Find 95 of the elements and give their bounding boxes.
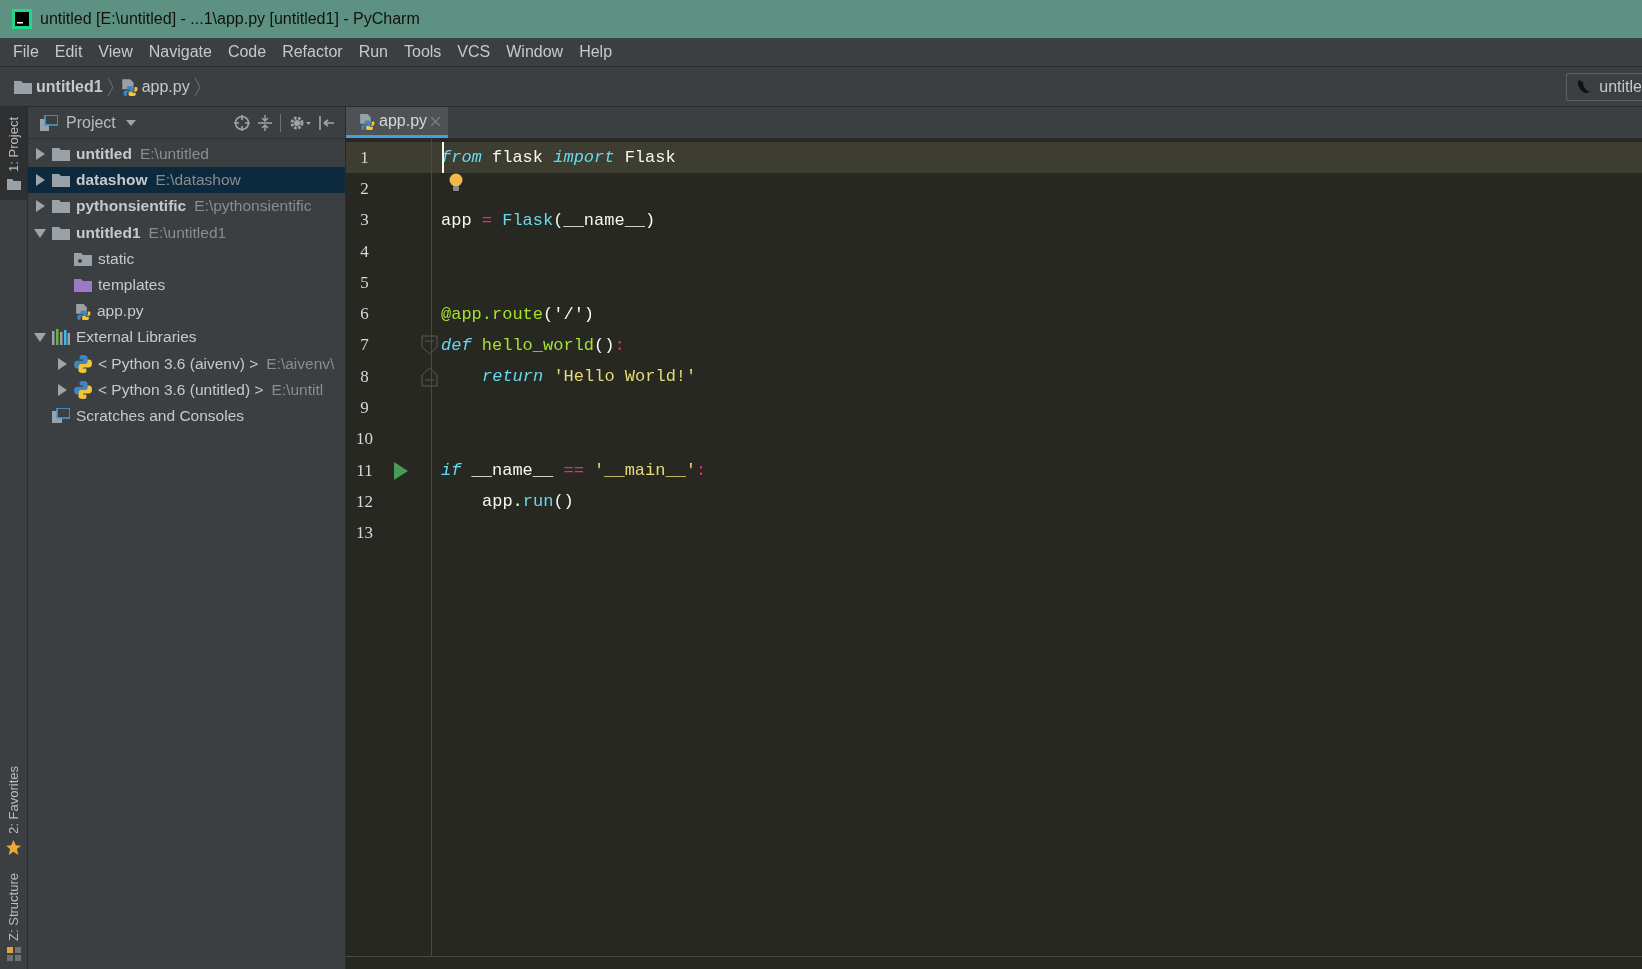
code-editor[interactable]: 1 from flask import Flask 2 3 app = Flask(__name__) 4 5 6 @app.route('/') 7 def hello_world(): 8 return 'Hello World!' 9 10 11 if __name__ == '__main__': 12 app.run() 13 xyxy=(346,139,1642,969)
dropdown-caret-icon[interactable] xyxy=(125,119,136,126)
menu-item[interactable]: Refactor xyxy=(275,43,350,61)
library-icon xyxy=(52,329,70,346)
tree-item[interactable]: < Python 3.6 (untitled) > xyxy=(98,380,264,399)
chevron-icon xyxy=(193,76,201,97)
tree-item[interactable]: untitled xyxy=(76,145,132,164)
menu-item[interactable]: VCS xyxy=(450,43,498,61)
line-number: 3 xyxy=(359,210,370,231)
collapsed-arrow-icon[interactable] xyxy=(56,357,68,370)
python-file-icon xyxy=(119,77,138,96)
code-line: app = Flask(__name__) xyxy=(441,210,656,230)
project-view-icon xyxy=(40,114,58,131)
folder-icon xyxy=(74,278,92,293)
folder-icon xyxy=(52,225,70,240)
line-number: 7 xyxy=(359,335,370,356)
tree-item[interactable]: pythonsientific xyxy=(76,197,187,216)
hide-panel-icon[interactable] xyxy=(319,114,335,131)
menu-item[interactable]: Code xyxy=(220,43,274,61)
project-view-dropdown[interactable]: Project xyxy=(66,113,136,132)
code-line: return 'Hello World!' xyxy=(482,367,697,387)
scratches-icon xyxy=(52,407,70,424)
expanded-arrow-icon[interactable] xyxy=(34,331,46,344)
folder-icon xyxy=(6,177,21,192)
tree-item-path: E:\pythonsientific xyxy=(194,197,312,216)
menu-item[interactable]: File xyxy=(6,43,46,61)
tree-item[interactable]: templates xyxy=(98,276,166,295)
run-configuration-button[interactable]: untitle xyxy=(1566,72,1642,101)
window-title: untitled [E:\untitled] - ...1\app.py [untitled1] - PyCharm xyxy=(40,10,420,28)
tree-item-path: E:\untitled1 xyxy=(148,223,227,242)
line-number: 1 xyxy=(359,147,370,168)
menu-item[interactable]: Edit xyxy=(47,43,90,61)
settings-icon[interactable] xyxy=(289,114,311,131)
app-logo-icon xyxy=(12,9,32,29)
editor-tab[interactable]: app.py xyxy=(346,107,449,138)
run-icon[interactable] xyxy=(394,461,408,480)
tree-item[interactable]: untitled1 xyxy=(76,223,141,242)
breadcrumb[interactable]: untitled1 xyxy=(36,77,103,96)
collapsed-arrow-icon[interactable] xyxy=(34,200,46,213)
menu-item[interactable]: Navigate xyxy=(141,43,219,61)
code-line: from flask import Flask xyxy=(441,148,676,168)
tool-window-tab[interactable]: Z: Structure xyxy=(0,863,27,969)
lightbulb-icon[interactable] xyxy=(449,173,463,194)
tree-item-path: E:\datashow xyxy=(155,171,241,190)
menu-item[interactable]: View xyxy=(91,43,140,61)
fold-marker-icon[interactable] xyxy=(420,335,438,356)
python-icon xyxy=(74,380,92,399)
menu-item[interactable]: Help xyxy=(572,43,620,61)
python-file-icon xyxy=(74,302,91,320)
code-line: def hello_world(): xyxy=(441,335,625,355)
code-line: if __name__ == '__main__': xyxy=(441,461,707,481)
collapsed-arrow-icon[interactable] xyxy=(56,383,68,396)
tree-item[interactable]: app.py xyxy=(97,302,144,321)
tree-item[interactable]: static xyxy=(98,249,135,268)
tree-item-path: E:\untitl xyxy=(271,380,324,399)
line-number: 5 xyxy=(359,272,370,293)
menu-item[interactable]: Run xyxy=(351,43,395,61)
code-line: @app.route('/') xyxy=(441,304,595,324)
tree-item[interactable]: External Libraries xyxy=(76,328,197,347)
tool-window-tab[interactable]: 1: Project xyxy=(0,107,27,200)
line-number: 8 xyxy=(359,366,370,387)
line-number: 12 xyxy=(355,491,374,512)
collapsed-arrow-icon[interactable] xyxy=(34,148,46,161)
line-number: 9 xyxy=(359,398,370,418)
tree-item[interactable]: Scratches and Consoles xyxy=(76,406,244,425)
collapsed-arrow-icon[interactable] xyxy=(34,174,46,187)
code-line: app.run() xyxy=(482,492,574,512)
folder-icon xyxy=(14,79,32,94)
expanded-arrow-icon[interactable] xyxy=(34,226,46,239)
fold-marker-icon[interactable] xyxy=(420,366,438,387)
tree-item-path: E:\aivenv\ xyxy=(266,354,335,373)
folder-icon xyxy=(52,199,70,214)
chevron-icon xyxy=(106,76,114,97)
line-number: 4 xyxy=(359,241,370,262)
menu-item[interactable]: Window xyxy=(499,43,571,61)
python-icon xyxy=(74,354,92,373)
tool-window-tab[interactable]: 2: Favorites xyxy=(0,756,27,864)
folder-icon xyxy=(52,173,70,188)
tree-item[interactable]: < Python 3.6 (aivenv) > xyxy=(98,354,259,373)
breadcrumb[interactable]: app.py xyxy=(141,77,190,96)
menu-item[interactable]: Tools xyxy=(397,43,449,61)
line-number: 13 xyxy=(355,523,374,544)
structure-icon xyxy=(6,947,21,961)
tree-item-path: E:\untitled xyxy=(139,145,209,164)
line-number: 11 xyxy=(355,460,374,481)
star-icon xyxy=(6,840,21,856)
tree-item[interactable]: datashow xyxy=(76,171,148,190)
python-file-icon xyxy=(358,112,375,130)
folder-icon xyxy=(74,251,92,266)
folder-icon xyxy=(52,147,70,162)
line-number: 6 xyxy=(359,304,370,325)
line-number: 2 xyxy=(359,178,370,199)
locate-icon[interactable] xyxy=(234,114,250,131)
line-number: 10 xyxy=(355,429,374,450)
collapse-all-icon[interactable] xyxy=(258,114,272,131)
